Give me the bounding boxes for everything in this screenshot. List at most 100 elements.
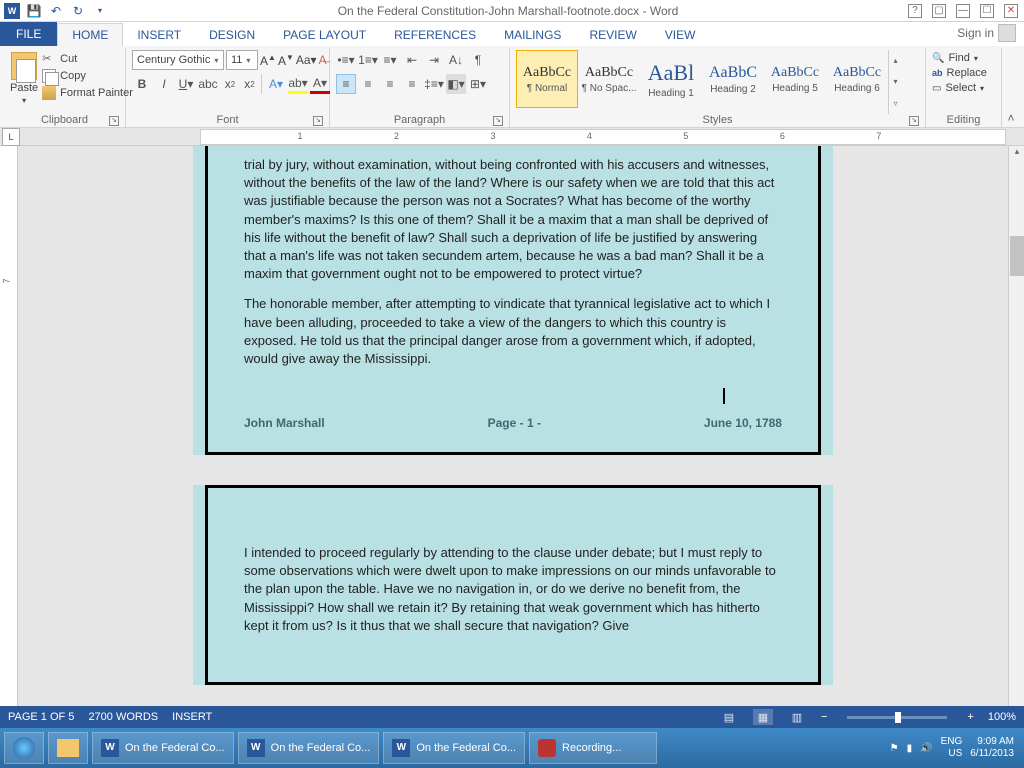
font-dialog-launcher[interactable]: ↘ [313, 116, 323, 126]
style-heading1[interactable]: AaBlHeading 1 [640, 50, 702, 108]
find-icon [932, 52, 944, 64]
taskbar-explorer[interactable] [48, 732, 88, 764]
style-heading5[interactable]: AaBbCcHeading 5 [764, 50, 826, 108]
paragraph-dialog-launcher[interactable]: ↘ [493, 116, 503, 126]
close-icon[interactable]: ✕ [1004, 4, 1018, 18]
system-tray[interactable]: ⚑ ▮ 🔊 ENGUS 9:09 AM6/11/2013 [890, 736, 1020, 760]
show-marks-button[interactable]: ¶ [468, 50, 488, 70]
ribbon-display-icon[interactable]: ▢ [932, 4, 946, 18]
web-layout-button[interactable]: ▥ [787, 709, 807, 725]
tab-page-layout[interactable]: PAGE LAYOUT [269, 24, 380, 46]
taskbar-word-1[interactable]: WOn the Federal Co... [92, 732, 234, 764]
qat-more-icon[interactable]: ▾ [92, 3, 108, 19]
replace-button[interactable]: Replace [932, 67, 987, 79]
line-spacing-button[interactable]: ‡≡▾ [424, 74, 444, 94]
align-center-button[interactable]: ≡ [358, 74, 378, 94]
style-no-spacing[interactable]: AaBbCc¶ No Spac... [578, 50, 640, 108]
underline-button[interactable]: U▾ [176, 74, 196, 94]
status-words[interactable]: 2700 WORDS [88, 711, 158, 723]
redo-icon[interactable]: ↻ [70, 3, 86, 19]
cut-button[interactable]: Cut [42, 52, 133, 66]
bold-button[interactable]: B [132, 74, 152, 94]
tab-insert[interactable]: INSERT [123, 24, 195, 46]
font-size-combo[interactable]: 11▾ [226, 50, 258, 70]
font-color-button[interactable]: A▾ [310, 74, 330, 94]
multilevel-button[interactable]: ≡▾ [380, 50, 400, 70]
font-name-combo[interactable]: Century Gothic▾ [132, 50, 224, 70]
italic-button[interactable]: I [154, 74, 174, 94]
borders-button[interactable]: ⊞▾ [468, 74, 488, 94]
text-effects-button[interactable]: A▾ [266, 74, 286, 94]
increase-indent-button[interactable]: ⇥ [424, 50, 444, 70]
print-layout-button[interactable]: ▦ [753, 709, 773, 725]
page-1[interactable]: trial by jury, without examination, with… [193, 146, 833, 455]
style-normal[interactable]: AaBbCc¶ Normal [516, 50, 578, 108]
tab-home[interactable]: HOME [57, 23, 123, 46]
change-case-button[interactable]: Aa▾ [296, 53, 317, 67]
tray-volume-icon[interactable]: 🔊 [920, 743, 932, 754]
read-mode-button[interactable]: ▤ [719, 709, 739, 725]
style-heading2[interactable]: AaBbCHeading 2 [702, 50, 764, 108]
find-button[interactable]: Find▾ [932, 52, 987, 64]
paragraph[interactable]: I intended to proceed regularly by atten… [244, 544, 782, 635]
clipboard-dialog-launcher[interactable]: ↘ [109, 116, 119, 126]
subscript-button[interactable]: x2 [220, 74, 240, 94]
align-right-button[interactable]: ≡ [380, 74, 400, 94]
zoom-slider[interactable] [847, 716, 947, 719]
tab-selector[interactable]: L [2, 128, 20, 146]
highlight-button[interactable]: ab▾ [288, 74, 308, 94]
zoom-level[interactable]: 100% [988, 711, 1016, 723]
styles-more-button[interactable]: ▴▾▿ [888, 50, 902, 114]
status-mode[interactable]: INSERT [172, 711, 212, 723]
help-icon[interactable]: ? [908, 4, 922, 18]
undo-icon[interactable]: ↶ [48, 3, 64, 19]
shading-button[interactable]: ◧▾ [446, 74, 466, 94]
paragraph[interactable]: The honorable member, after attempting t… [244, 295, 782, 368]
decrease-indent-button[interactable]: ⇤ [402, 50, 422, 70]
maximize-icon[interactable]: ☐ [980, 4, 994, 18]
page-2[interactable]: I intended to proceed regularly by atten… [193, 485, 833, 685]
tab-view[interactable]: VIEW [651, 24, 710, 46]
styles-dialog-launcher[interactable]: ↘ [909, 116, 919, 126]
align-left-button[interactable]: ≡ [336, 74, 356, 94]
taskbar-word-2[interactable]: WOn the Federal Co... [238, 732, 380, 764]
scroll-up-icon[interactable]: ▴ [1010, 146, 1024, 160]
superscript-button[interactable]: x2 [242, 74, 262, 94]
save-icon[interactable]: 💾 [26, 3, 42, 19]
clear-formatting-button[interactable]: A̶ [319, 53, 327, 67]
strikethrough-button[interactable]: abc [198, 74, 218, 94]
vertical-ruler[interactable]: 7 [0, 146, 18, 746]
taskbar-ie[interactable] [4, 732, 44, 764]
style-heading6[interactable]: AaBbCcHeading 6 [826, 50, 888, 108]
title-bar: W 💾 ↶ ↻ ▾ On the Federal Constitution-Jo… [0, 0, 1024, 22]
tab-mailings[interactable]: MAILINGS [490, 24, 575, 46]
tray-flag-icon[interactable]: ⚑ [890, 743, 899, 754]
bullets-button[interactable]: •≡▾ [336, 50, 356, 70]
justify-button[interactable]: ≡ [402, 74, 422, 94]
tab-design[interactable]: DESIGN [195, 24, 269, 46]
grow-font-button[interactable]: A▲ [260, 53, 276, 68]
sort-button[interactable]: A↓ [446, 50, 466, 70]
taskbar-recording[interactable]: Recording... [529, 732, 657, 764]
format-painter-button[interactable]: Format Painter [42, 86, 133, 100]
tray-network-icon[interactable]: ▮ [907, 743, 913, 754]
taskbar-word-3[interactable]: WOn the Federal Co... [383, 732, 525, 764]
select-button[interactable]: Select▾ [932, 82, 987, 94]
horizontal-ruler[interactable]: 1 2 3 4 5 6 7 [200, 129, 1006, 145]
vertical-scrollbar[interactable]: ▴ ▾ [1008, 146, 1024, 746]
sign-in[interactable]: Sign in [949, 20, 1024, 46]
minimize-icon[interactable]: — [956, 4, 970, 18]
collapse-ribbon-button[interactable]: ˄ [1002, 48, 1020, 127]
tab-references[interactable]: REFERENCES [380, 24, 490, 46]
paste-button[interactable]: Paste ▾ [10, 50, 38, 105]
tab-file[interactable]: FILE [0, 22, 57, 46]
copy-button[interactable]: Copy [42, 69, 133, 83]
tab-review[interactable]: REVIEW [575, 24, 650, 46]
paragraph[interactable]: trial by jury, without examination, with… [244, 156, 782, 283]
status-page[interactable]: PAGE 1 OF 5 [8, 711, 74, 723]
zoom-in-button[interactable]: + [967, 711, 973, 723]
scrollbar-thumb[interactable] [1010, 236, 1024, 276]
numbering-button[interactable]: 1≡▾ [358, 50, 378, 70]
shrink-font-button[interactable]: A▼ [278, 53, 294, 68]
zoom-out-button[interactable]: − [821, 711, 827, 723]
